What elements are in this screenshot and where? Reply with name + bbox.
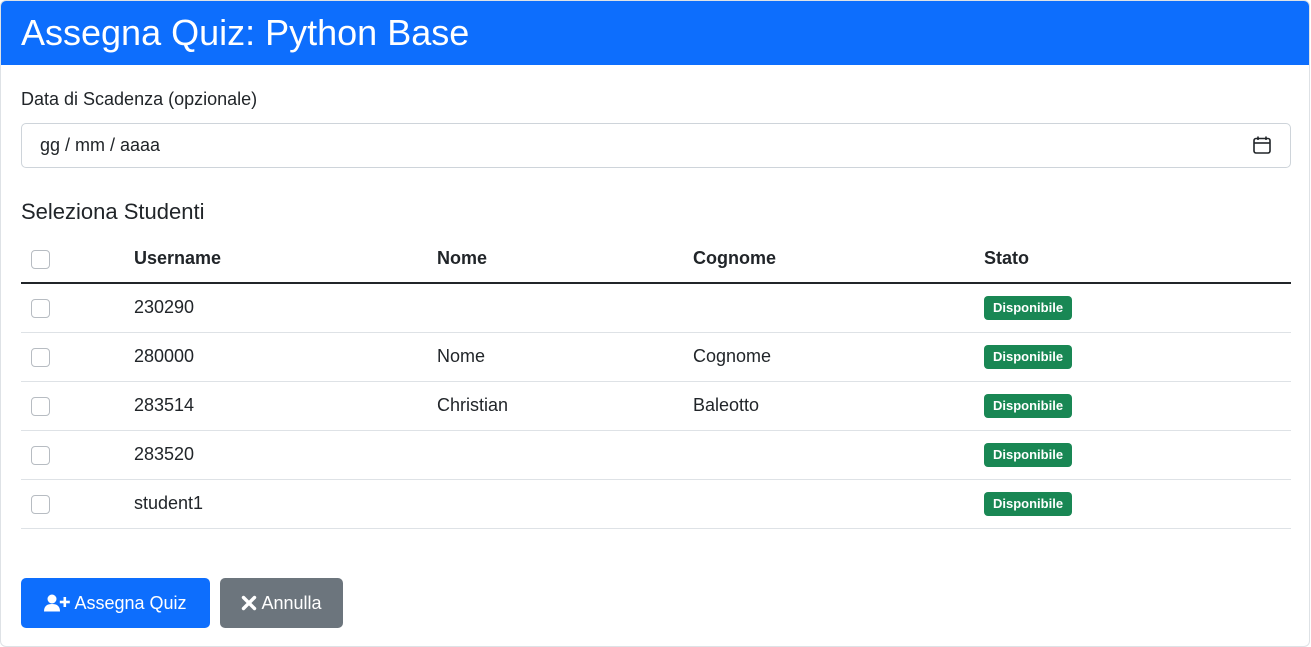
close-icon <box>242 595 257 611</box>
username-cell: 283520 <box>134 430 437 480</box>
column-header-nome: Nome <box>437 235 693 284</box>
cognome-cell <box>693 430 984 480</box>
select-all-checkbox[interactable] <box>31 249 50 269</box>
row-checkbox[interactable] <box>31 445 50 465</box>
table-row: 283520 Disponibile <box>21 430 1291 480</box>
due-date-input[interactable]: gg / mm / aaaa <box>21 123 1291 168</box>
table-header-row: Username Nome Cognome Stato <box>21 235 1291 284</box>
row-checkbox[interactable] <box>31 494 50 514</box>
status-badge: Disponibile <box>984 491 1073 516</box>
nome-cell: Nome <box>437 332 693 382</box>
status-badge: Disponibile <box>984 344 1073 369</box>
column-header-username: Username <box>134 235 437 284</box>
cognome-cell: Baleotto <box>693 381 984 431</box>
cancel-button[interactable]: Annulla <box>220 578 343 628</box>
assign-quiz-button[interactable]: Assegna Quiz <box>21 578 210 628</box>
status-badge: Disponibile <box>984 295 1073 320</box>
column-header-cognome: Cognome <box>693 235 984 284</box>
nome-cell: Christian <box>437 381 693 431</box>
select-all-cell <box>21 235 134 284</box>
status-badge: Disponibile <box>984 393 1073 418</box>
table-row: student1 Disponibile <box>21 479 1291 529</box>
cognome-cell <box>693 479 984 529</box>
table-row: 280000 Nome Cognome Disponibile <box>21 332 1291 382</box>
row-checkbox[interactable] <box>31 347 50 367</box>
due-date-label: Data di Scadenza (opzionale) <box>21 89 258 109</box>
nome-cell <box>437 479 693 529</box>
row-checkbox[interactable] <box>31 299 50 318</box>
status-badge: Disponibile <box>984 442 1073 467</box>
username-cell: 283514 <box>134 381 437 431</box>
cognome-cell: Cognome <box>693 332 984 382</box>
students-table: Username Nome Cognome Stato 230290 Dispo… <box>21 235 1291 529</box>
table-row: 230290 Disponibile <box>21 283 1291 333</box>
students-section-title: Seleziona Studenti <box>21 199 205 224</box>
user-plus-icon <box>44 594 71 612</box>
column-header-stato: Stato <box>984 235 1291 284</box>
calendar-icon[interactable] <box>1252 135 1272 155</box>
username-cell: 280000 <box>134 332 437 382</box>
username-cell: 230290 <box>134 283 437 333</box>
row-checkbox[interactable] <box>31 396 50 416</box>
cognome-cell <box>693 283 984 333</box>
assign-quiz-label: Assegna Quiz <box>74 593 187 613</box>
page-title: Assegna Quiz: Python Base <box>1 1 1309 65</box>
username-cell: student1 <box>134 479 437 529</box>
cancel-label: Annulla <box>261 593 322 613</box>
due-date-placeholder: gg / mm / aaaa <box>40 135 161 155</box>
assign-quiz-card: Assegna Quiz: Python Base Data di Scaden… <box>0 0 1310 647</box>
nome-cell <box>437 430 693 480</box>
table-row: 283514 Christian Baleotto Disponibile <box>21 381 1291 431</box>
nome-cell <box>437 283 693 333</box>
